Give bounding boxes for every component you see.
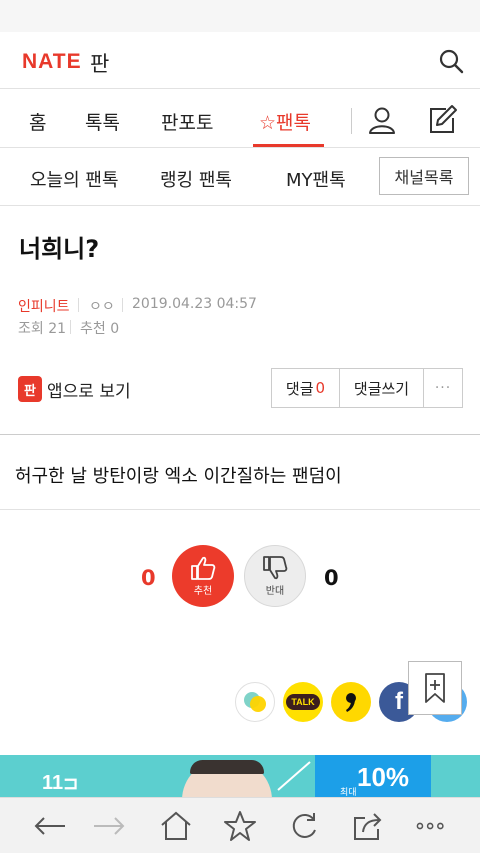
ad-discount-percent: 10% — [357, 762, 410, 792]
nav-toktok[interactable]: 톡톡 — [85, 108, 120, 135]
pan-app-icon[interactable]: 판 — [18, 376, 42, 402]
comments-count: 0 — [315, 379, 326, 397]
subnav-today[interactable]: 오늘의 팬톡 — [30, 166, 119, 192]
favorites-star-icon[interactable] — [223, 810, 257, 842]
meta-divider — [122, 298, 123, 312]
meta-divider — [78, 298, 79, 312]
views-label: 조회 — [18, 321, 44, 337]
upvote-count: 0 — [141, 566, 156, 590]
header-divider — [0, 88, 480, 89]
subnav-my[interactable]: MY팬톡 — [286, 166, 346, 192]
meta-divider — [70, 320, 71, 334]
subnav-divider — [0, 205, 480, 206]
thumbs-up-icon — [191, 556, 216, 580]
edit-icon[interactable] — [426, 104, 458, 136]
pan-logo[interactable]: 판 — [90, 48, 109, 78]
post-datetime: 2019.04.23 04:57 — [132, 296, 257, 312]
nav-home[interactable]: 홈 — [29, 108, 46, 135]
comments-button[interactable]: 댓글 0 — [272, 369, 340, 407]
comma-icon — [346, 693, 356, 712]
user-icon[interactable] — [367, 105, 397, 135]
post-body: 허구한 날 방탄이랑 엑소 이간질하는 팬덤이 — [15, 466, 342, 487]
share-kakaopage-button[interactable] — [331, 682, 371, 722]
recommend-count: 0 — [110, 321, 120, 337]
views-count: 21 — [48, 321, 67, 337]
post-title: 너희니? — [19, 235, 100, 263]
status-bar-area — [0, 0, 480, 32]
upvote-label: 추천 — [193, 586, 213, 597]
nav-fantalk-label: 팬톡 — [276, 112, 312, 134]
share-kakaostory-button[interactable] — [235, 682, 275, 722]
share-icon[interactable] — [351, 810, 385, 842]
ad-stripe-graphic — [277, 761, 311, 791]
search-icon[interactable] — [438, 48, 464, 74]
share-kakaotalk-button[interactable]: TALK — [283, 682, 323, 722]
back-arrow-icon[interactable] — [33, 810, 67, 842]
downvote-label: 반대 — [265, 586, 285, 597]
recommend-stat: 추천 0 — [80, 318, 119, 338]
bookmark-plus-icon — [425, 673, 445, 703]
open-in-app-link[interactable]: 앱으로 보기 — [47, 377, 131, 402]
star-icon: ☆ — [259, 112, 277, 134]
downvote-count: 0 — [324, 566, 339, 590]
post-nickname: ㅇㅇ — [89, 299, 115, 315]
ad-model-hair — [190, 760, 264, 774]
ad-brand-logo[interactable]: 11⊐ — [42, 772, 78, 795]
subnav-ranking[interactable]: 랭킹 팬톡 — [160, 166, 232, 192]
nav-separator — [351, 108, 352, 134]
write-comment-button[interactable]: 댓글쓰기 — [340, 369, 424, 407]
forward-arrow-icon[interactable] — [92, 810, 126, 842]
nate-logo[interactable]: NATE — [22, 50, 82, 74]
nav-panphoto[interactable]: 판포토 — [161, 108, 213, 135]
article-divider — [0, 434, 480, 435]
comments-label: 댓글 — [285, 379, 314, 398]
refresh-icon[interactable] — [287, 810, 321, 842]
nav-divider — [0, 147, 480, 148]
more-options-button[interactable]: ··· — [424, 369, 462, 407]
body-divider — [0, 509, 480, 510]
post-author[interactable]: 인피니트 — [18, 296, 70, 316]
comment-button-group: 댓글 0 댓글쓰기 ··· — [271, 368, 463, 408]
facebook-icon: f — [395, 688, 403, 715]
downvote-button[interactable]: 반대 — [244, 545, 306, 607]
arrow-right-icon: ⊐ — [63, 773, 79, 793]
ad-brand-text: 11 — [42, 772, 64, 794]
upvote-button[interactable]: 추천 — [172, 545, 234, 607]
home-icon[interactable] — [159, 810, 193, 842]
more-menu-icon[interactable] — [414, 810, 448, 842]
channel-list-button[interactable]: 채널목록 — [379, 157, 469, 195]
nav-fantalk[interactable]: ☆팬톡 — [259, 108, 311, 135]
views-stat: 조회 21 — [18, 318, 66, 338]
kakaostory-icon — [244, 692, 266, 712]
recommend-label: 추천 — [80, 321, 106, 337]
scrap-bookmark-button[interactable] — [408, 661, 462, 715]
kakaotalk-icon: TALK — [286, 694, 320, 710]
thumbs-down-icon — [263, 556, 288, 580]
